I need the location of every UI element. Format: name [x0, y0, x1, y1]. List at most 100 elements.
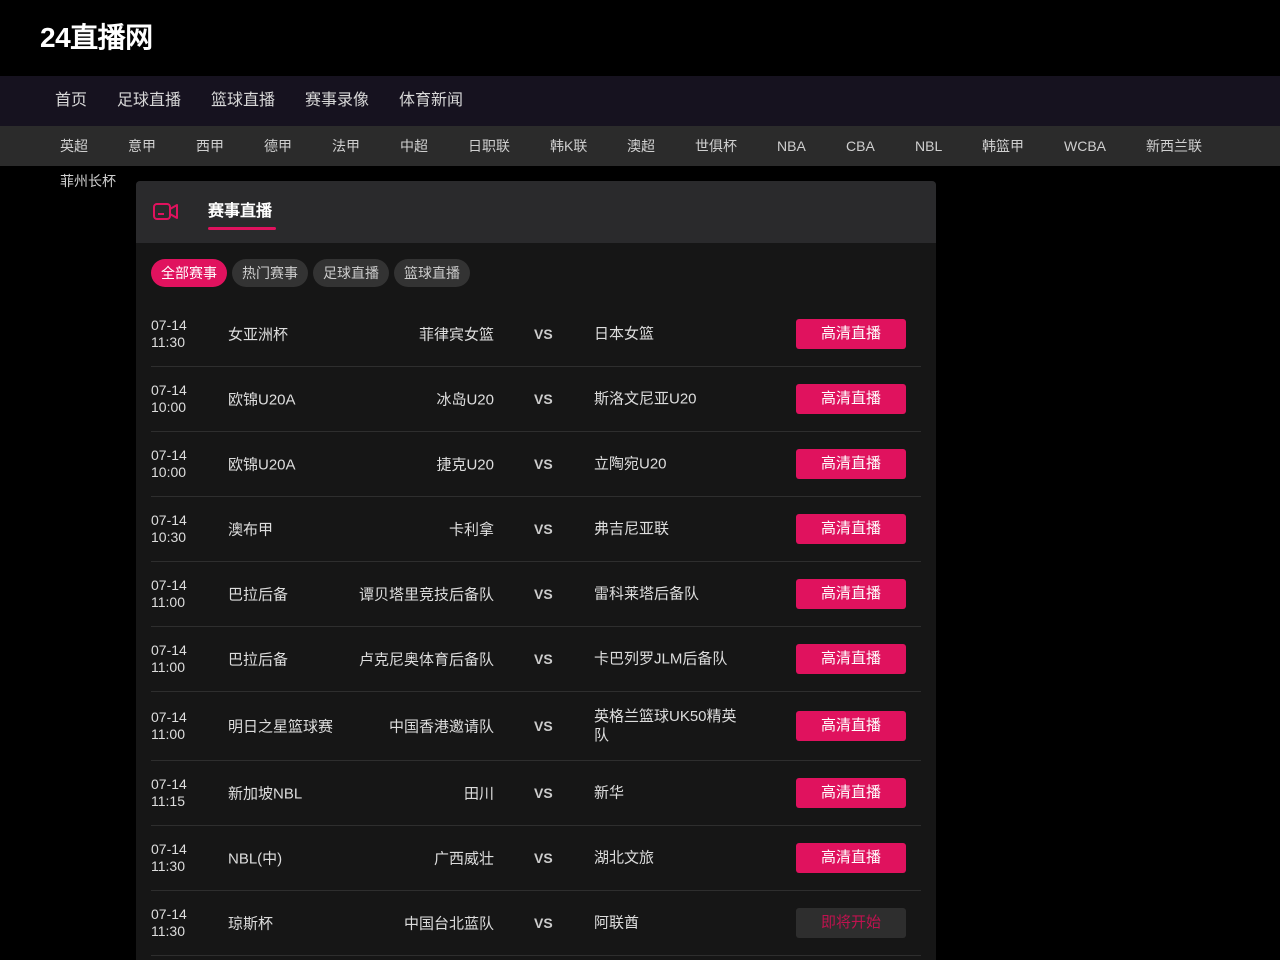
away-team: 日本女篮: [594, 325, 655, 343]
watch-live-button[interactable]: 高清直播: [796, 843, 906, 873]
match-row: 07-14 10:00 欧锦U20A 冰岛U20 VS 斯洛文尼亚U20 高清直播: [151, 367, 921, 432]
top-bar: 24直播网: [0, 0, 1280, 76]
away-team: 新华: [594, 784, 625, 802]
panel-header: 赛事直播: [136, 181, 936, 243]
site-logo[interactable]: 24直播网: [40, 20, 153, 56]
vs-label: VS: [534, 651, 553, 667]
main-nav: 首页 足球直播 篮球直播 赛事录像 体育新闻: [0, 76, 1280, 126]
filter-football[interactable]: 足球直播: [313, 259, 389, 287]
main-nav-item-basketball[interactable]: 篮球直播: [211, 76, 275, 126]
home-team: 田川: [463, 785, 494, 803]
match-league: NBL(中): [228, 850, 283, 868]
match-league: 巴拉后备: [228, 651, 289, 669]
league-link[interactable]: NBA: [777, 126, 806, 166]
vs-label: VS: [534, 785, 553, 801]
away-team: 弗吉尼亚联: [594, 520, 670, 538]
league-link[interactable]: 德甲: [264, 126, 292, 166]
watch-live-button[interactable]: 高清直播: [796, 579, 906, 609]
match-league: 巴拉后备: [228, 586, 289, 604]
main-nav-item-replays[interactable]: 赛事录像: [305, 76, 369, 126]
match-row: 07-14 11:30 琼斯杯 中国台北蓝队 VS 阿联酋 即将开始: [151, 891, 921, 956]
match-time: 07-14 11:00: [151, 642, 187, 675]
away-team: 立陶宛U20: [594, 455, 667, 473]
main-nav-item-home[interactable]: 首页: [55, 76, 87, 126]
away-team: 阿联酋: [594, 914, 640, 932]
watch-live-button[interactable]: 高清直播: [796, 711, 906, 741]
match-time: 07-14 11:00: [151, 577, 187, 610]
vs-label: VS: [534, 326, 553, 342]
match-time: 07-14 11:00: [151, 709, 187, 742]
vs-label: VS: [534, 850, 553, 866]
watch-live-button[interactable]: 高清直播: [796, 449, 906, 479]
away-team: 英格兰篮球UK50精英队: [594, 708, 737, 744]
watch-live-button[interactable]: 高清直播: [796, 319, 906, 349]
watch-live-button[interactable]: 高清直播: [796, 514, 906, 544]
league-link[interactable]: CBA: [846, 126, 875, 166]
match-league: 欧锦U20A: [228, 391, 296, 409]
live-matches-panel: 赛事直播 全部赛事 热门赛事 足球直播 篮球直播 07-14 11:30 女亚洲杯…: [136, 181, 936, 960]
match-row: 07-14 11:30 NBL(中) 广西威壮 VS 湖北文旅 高清直播: [151, 826, 921, 891]
match-row: 07-14 11:00 巴拉后备 谭贝塔里竞技后备队 VS 雷科莱塔后备队 高清直…: [151, 562, 921, 627]
home-team: 中国台北蓝队: [403, 915, 494, 933]
home-team: 捷克U20: [436, 456, 494, 474]
league-link[interactable]: 世俱杯: [695, 126, 737, 166]
watch-live-button[interactable]: 高清直播: [796, 384, 906, 414]
league-link[interactable]: 新西兰联: [1146, 126, 1202, 166]
league-link[interactable]: 意甲: [128, 126, 156, 166]
match-list: 07-14 11:30 女亚洲杯 菲律宾女篮 VS 日本女篮 高清直播 07-14…: [151, 302, 921, 956]
home-team: 卢克尼奥体育后备队: [358, 651, 494, 669]
league-link[interactable]: 中超: [400, 126, 428, 166]
away-team: 斯洛文尼亚U20: [594, 390, 697, 408]
league-link[interactable]: 法甲: [332, 126, 360, 166]
vs-label: VS: [534, 521, 553, 537]
match-time: 07-14 10:00: [151, 447, 187, 480]
upcoming-button[interactable]: 即将开始: [796, 908, 906, 938]
league-link[interactable]: 菲州长杯: [60, 172, 116, 190]
match-league: 澳布甲: [228, 521, 274, 539]
title-underline: [208, 227, 276, 230]
vs-label: VS: [534, 586, 553, 602]
watch-live-button[interactable]: 高清直播: [796, 644, 906, 674]
vs-label: VS: [534, 456, 553, 472]
main-nav-item-football[interactable]: 足球直播: [117, 76, 181, 126]
league-link[interactable]: 澳超: [627, 126, 655, 166]
filter-basketball[interactable]: 篮球直播: [394, 259, 470, 287]
home-team: 广西威壮: [433, 850, 494, 868]
match-row: 07-14 11:30 女亚洲杯 菲律宾女篮 VS 日本女篮 高清直播: [151, 302, 921, 367]
league-link[interactable]: 西甲: [196, 126, 224, 166]
league-link[interactable]: 英超: [60, 126, 88, 166]
video-camera-icon: [153, 203, 178, 220]
filter-hot[interactable]: 热门赛事: [232, 259, 308, 287]
league-link[interactable]: 韩K联: [550, 126, 587, 166]
match-time: 07-14 11:30: [151, 906, 187, 939]
away-team: 湖北文旅: [594, 849, 655, 867]
filter-all[interactable]: 全部赛事: [151, 259, 227, 287]
match-league: 琼斯杯: [228, 915, 274, 933]
vs-label: VS: [534, 391, 553, 407]
watch-live-button[interactable]: 高清直播: [796, 778, 906, 808]
match-time: 07-14 11:30: [151, 317, 187, 350]
home-team: 谭贝塔里竞技后备队: [358, 586, 494, 604]
home-team: 卡利拿: [448, 521, 494, 539]
away-team: 卡巴列罗JLM后备队: [594, 650, 728, 668]
league-link[interactable]: 日职联: [468, 126, 510, 166]
vs-label: VS: [534, 915, 553, 931]
main-nav-item-news[interactable]: 体育新闻: [399, 76, 463, 126]
match-row: 07-14 11:00 巴拉后备 卢克尼奥体育后备队 VS 卡巴列罗JLM后备队 …: [151, 627, 921, 692]
away-team: 雷科莱塔后备队: [594, 585, 700, 603]
match-league: 女亚洲杯: [228, 326, 289, 344]
home-team: 冰岛U20: [436, 391, 494, 409]
match-league: 欧锦U20A: [228, 456, 296, 474]
match-time: 07-14 11:30: [151, 841, 187, 874]
league-link[interactable]: NBL: [915, 126, 942, 166]
match-time: 07-14 11:15: [151, 776, 187, 809]
home-team: 中国香港邀请队: [388, 718, 494, 736]
league-link[interactable]: 韩篮甲: [982, 126, 1024, 166]
league-link[interactable]: WCBA: [1064, 126, 1106, 166]
match-time: 07-14 10:30: [151, 512, 187, 545]
vs-label: VS: [534, 718, 553, 734]
match-row: 07-14 11:15 新加坡NBL 田川 VS 新华 高清直播: [151, 761, 921, 826]
match-row: 07-14 11:00 明日之星篮球赛 中国香港邀请队 VS 英格兰篮球UK50精…: [151, 692, 921, 761]
match-row: 07-14 10:30 澳布甲 卡利拿 VS 弗吉尼亚联 高清直播: [151, 497, 921, 562]
league-nav: 英超 意甲 西甲 德甲 法甲 中超 日职联 韩K联 澳超 世俱杯 NBA CBA…: [0, 126, 1280, 166]
